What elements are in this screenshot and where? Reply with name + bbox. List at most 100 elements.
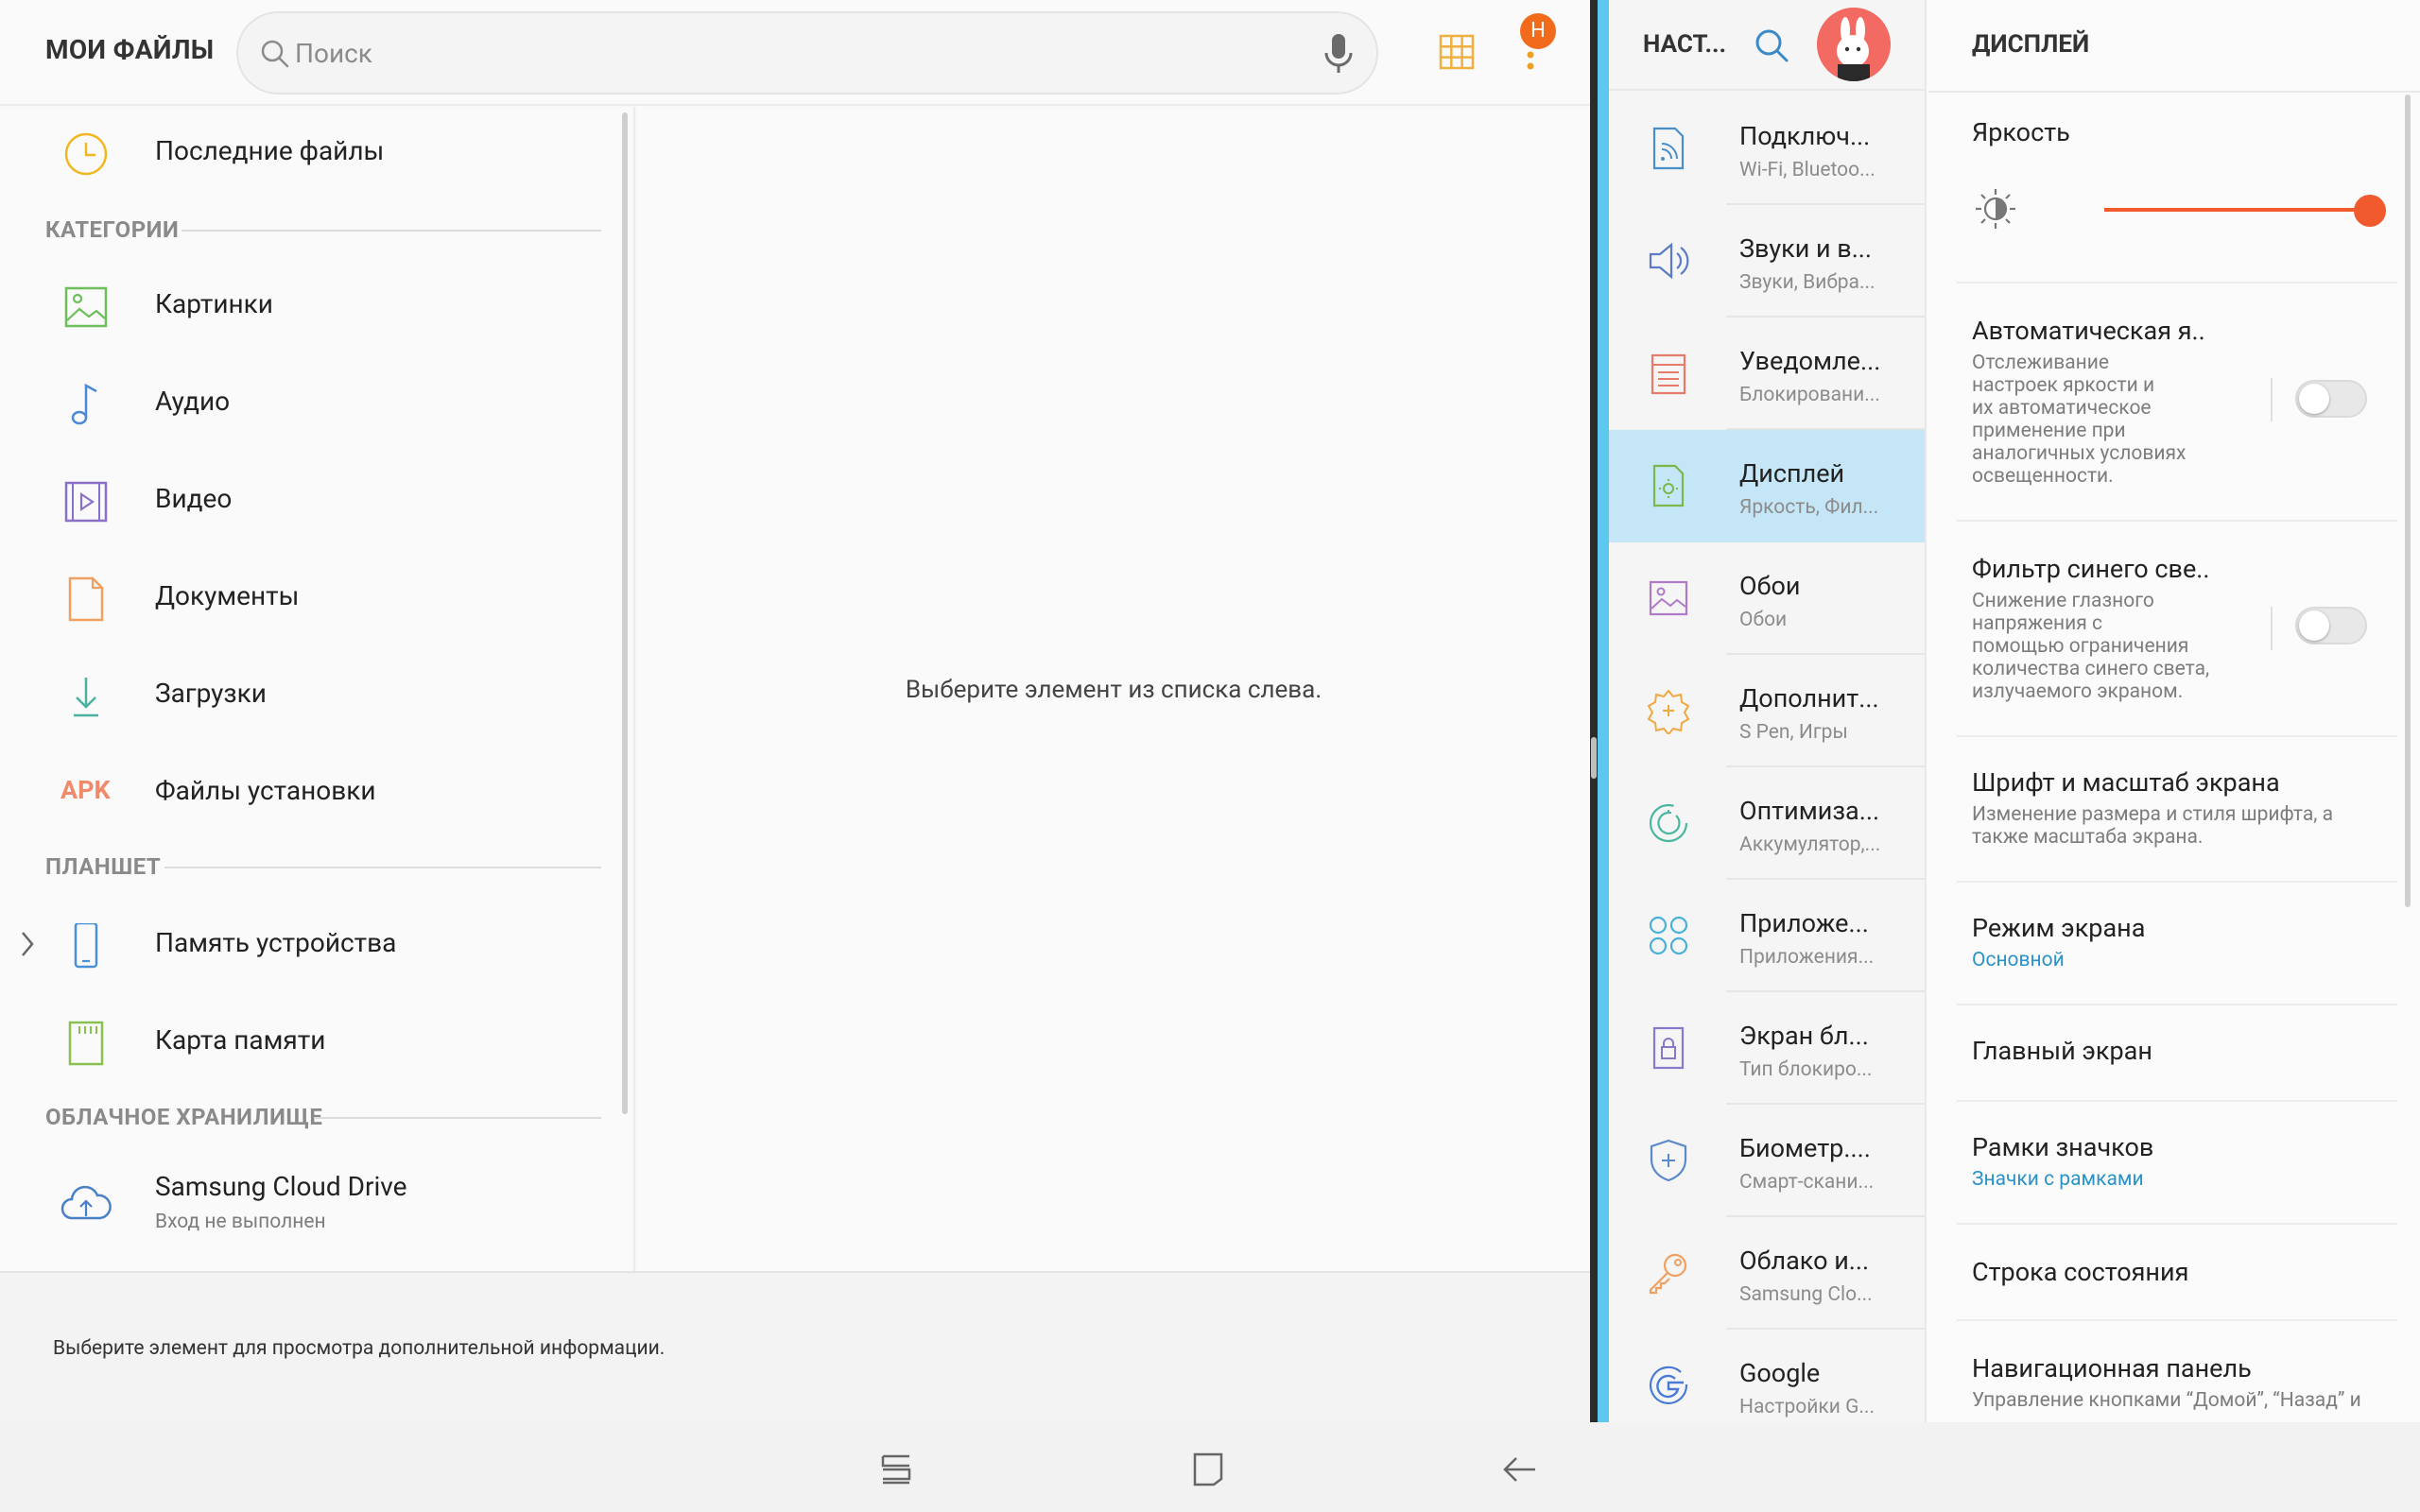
notifications-icon (1651, 353, 1686, 395)
recent-apps-icon[interactable] (875, 1449, 917, 1490)
auto-brightness-row[interactable]: Автоматическая я.. Отслеживание настроек… (1928, 284, 2420, 520)
row-description: Управление кнопками “Домой”, “Назад” и (1972, 1389, 2361, 1412)
settings-item-optimization[interactable]: Оптимиза... Аккумулятор,... (1609, 767, 1925, 880)
settings-item-title: Приложе... (1739, 908, 1869, 938)
page-title: ДИСПЛЕЙ (1972, 30, 2090, 59)
settings-item-title: Биометр.... (1739, 1133, 1871, 1163)
row-value: Значки с рамками (1972, 1168, 2144, 1191)
nav-item-sd-card[interactable]: Карта памяти (0, 996, 624, 1087)
settings-item-lock-screen[interactable]: Экран бл... Тип блокиро... (1609, 992, 1925, 1105)
search-placeholder: Поиск (295, 38, 372, 69)
nav-item-documents[interactable]: Документы (0, 552, 624, 643)
apps-icon (1649, 916, 1688, 955)
settings-item-title: Звуки и в... (1739, 233, 1873, 264)
empty-state-message: Выберите элемент из списка слева. (905, 676, 1322, 704)
nav-item-label: Документы (155, 580, 300, 611)
settings-item-title: Экран бл... (1739, 1021, 1869, 1051)
settings-item-subtitle: Тип блокиро... (1739, 1058, 1873, 1081)
info-bar: Выберите элемент для просмотра дополните… (0, 1271, 1590, 1422)
settings-item-subtitle: Приложения... (1739, 946, 1875, 969)
desc-line: количества синего света, (1972, 658, 2210, 680)
settings-item-title: Дополнит... (1739, 683, 1879, 713)
settings-item-connections[interactable]: Подключ... Wi-Fi, Bluetoo... (1609, 93, 1925, 205)
advanced-gear-icon (1647, 689, 1690, 734)
nav-item-images[interactable]: Картинки (0, 260, 624, 351)
blue-light-filter-toggle[interactable] (2295, 607, 2367, 644)
settings-item-google[interactable]: Google Настройки G... (1609, 1330, 1925, 1422)
settings-item-title: Google (1739, 1358, 1821, 1388)
nav-item-device-storage[interactable]: Память устройства (0, 899, 624, 989)
row-description: Изменение размера и стиля шрифта, а такж… (1972, 803, 2333, 849)
search-input[interactable]: Поиск (236, 11, 1378, 94)
brightness-slider-track[interactable] (2104, 208, 2370, 212)
settings-item-subtitle: Смарт-скани... (1739, 1171, 1875, 1194)
nav-item-downloads[interactable]: Загрузки (0, 649, 624, 740)
settings-item-biometrics[interactable]: Биометр.... Смарт-скани... (1609, 1105, 1925, 1217)
screen-mode-row[interactable]: Режим экрана Основной (1928, 883, 2420, 1004)
desc-line: настроек яркости и (1972, 374, 2155, 397)
sd-card-icon (68, 1021, 104, 1066)
settings-item-cloud-accounts[interactable]: Облако и... Samsung Clo... (1609, 1217, 1925, 1330)
section-header-cloud: ОБЛАЧНОЕ ХРАНИЛИЩЕ (45, 1104, 323, 1130)
row-title: Фильтр синего све.. (1972, 554, 2210, 584)
settings-item-subtitle: Блокировани... (1739, 384, 1880, 406)
grid-view-icon[interactable] (1439, 34, 1475, 70)
auto-brightness-toggle[interactable] (2295, 380, 2367, 418)
settings-item-wallpaper[interactable]: Обои Обои (1609, 542, 1925, 655)
nav-item-label: Аудио (155, 386, 231, 417)
scrollbar[interactable] (2405, 94, 2411, 907)
navigation-bar-row[interactable]: Навигационная панель Управление кнопками… (1928, 1321, 2420, 1422)
desc-line: их автоматическое (1972, 397, 2152, 420)
music-note-icon (71, 383, 97, 425)
nav-item-label: Видео (155, 483, 233, 514)
settings-item-title: Облако и... (1739, 1246, 1870, 1276)
home-screen-row[interactable]: Главный экран (1928, 1005, 2420, 1100)
desc-line: Отслеживание (1972, 352, 2110, 374)
status-bar-row[interactable]: Строка состояния (1928, 1225, 2420, 1319)
speaker-icon (1649, 242, 1689, 280)
search-icon[interactable] (1753, 26, 1790, 64)
focus-indicator (1598, 0, 1609, 1422)
font-zoom-row[interactable]: Шрифт и масштаб экрана Изменение размера… (1928, 737, 2420, 881)
files-title: МОИ ФАЙЛЫ (45, 34, 215, 65)
nav-item-audio[interactable]: Аудио (0, 357, 624, 448)
files-header: МОИ ФАЙЛЫ Поиск Н (0, 0, 1590, 106)
back-icon[interactable] (1499, 1449, 1541, 1490)
desc-line: применение при (1972, 420, 2126, 442)
profile-avatar[interactable] (1817, 8, 1891, 81)
settings-item-advanced[interactable]: Дополнит... S Pen, Игры (1609, 655, 1925, 767)
home-icon[interactable] (1187, 1449, 1229, 1490)
blue-light-filter-row[interactable]: Фильтр синего све.. Снижение глазного на… (1928, 522, 2420, 735)
settings-item-sounds[interactable]: Звуки и в... Звуки, Вибра... (1609, 205, 1925, 318)
info-message: Выберите элемент для просмотра дополните… (53, 1337, 666, 1360)
row-value: Основной (1972, 949, 2065, 971)
desc-line: излучаемого экраном. (1972, 680, 2184, 703)
settings-title: НАСТ... (1643, 30, 1727, 59)
brightness-slider-thumb[interactable] (2354, 195, 2386, 227)
nav-item-samsung-cloud[interactable]: Samsung Cloud Drive Вход не выполнен (0, 1156, 624, 1260)
divider (2271, 607, 2273, 650)
settings-item-notifications[interactable]: Уведомле... Блокировани... (1609, 318, 1925, 430)
desc-line: также масштаба экрана. (1972, 826, 2204, 849)
settings-item-subtitle: Аккумулятор,... (1739, 833, 1881, 856)
settings-item-subtitle: S Pen, Игры (1739, 721, 1848, 744)
my-files-app: МОИ ФАЙЛЫ Поиск Н Последние файлы КАТЕГО… (0, 0, 1590, 1422)
settings-item-display[interactable]: Дисплей Яркость, Фил... (1609, 430, 1925, 542)
settings-item-subtitle: Звуки, Вибра... (1739, 271, 1876, 294)
settings-item-apps[interactable]: Приложе... Приложения... (1609, 880, 1925, 992)
split-divider[interactable] (1590, 0, 1598, 1422)
split-handle[interactable] (1591, 737, 1597, 779)
account-badge[interactable]: Н (1520, 13, 1556, 49)
nav-item-apk[interactable]: APK Файлы установки (0, 747, 624, 837)
settings-item-title: Оптимиза... (1739, 796, 1880, 826)
nav-item-recent[interactable]: Последние файлы (0, 107, 624, 198)
icon-frames-row[interactable]: Рамки значков Значки с рамками (1928, 1102, 2420, 1223)
nav-item-label: Карта памяти (155, 1024, 326, 1056)
desc-line: Изменение размера и стиля шрифта, а (1972, 803, 2334, 826)
row-title: Шрифт и масштаб экрана (1972, 767, 2280, 798)
chevron-right-icon[interactable] (19, 931, 36, 957)
desc-line: освещенности. (1972, 465, 2114, 488)
microphone-icon[interactable] (1320, 32, 1357, 76)
nav-item-video[interactable]: Видео (0, 455, 624, 545)
cloud-upload-icon (60, 1185, 112, 1220)
